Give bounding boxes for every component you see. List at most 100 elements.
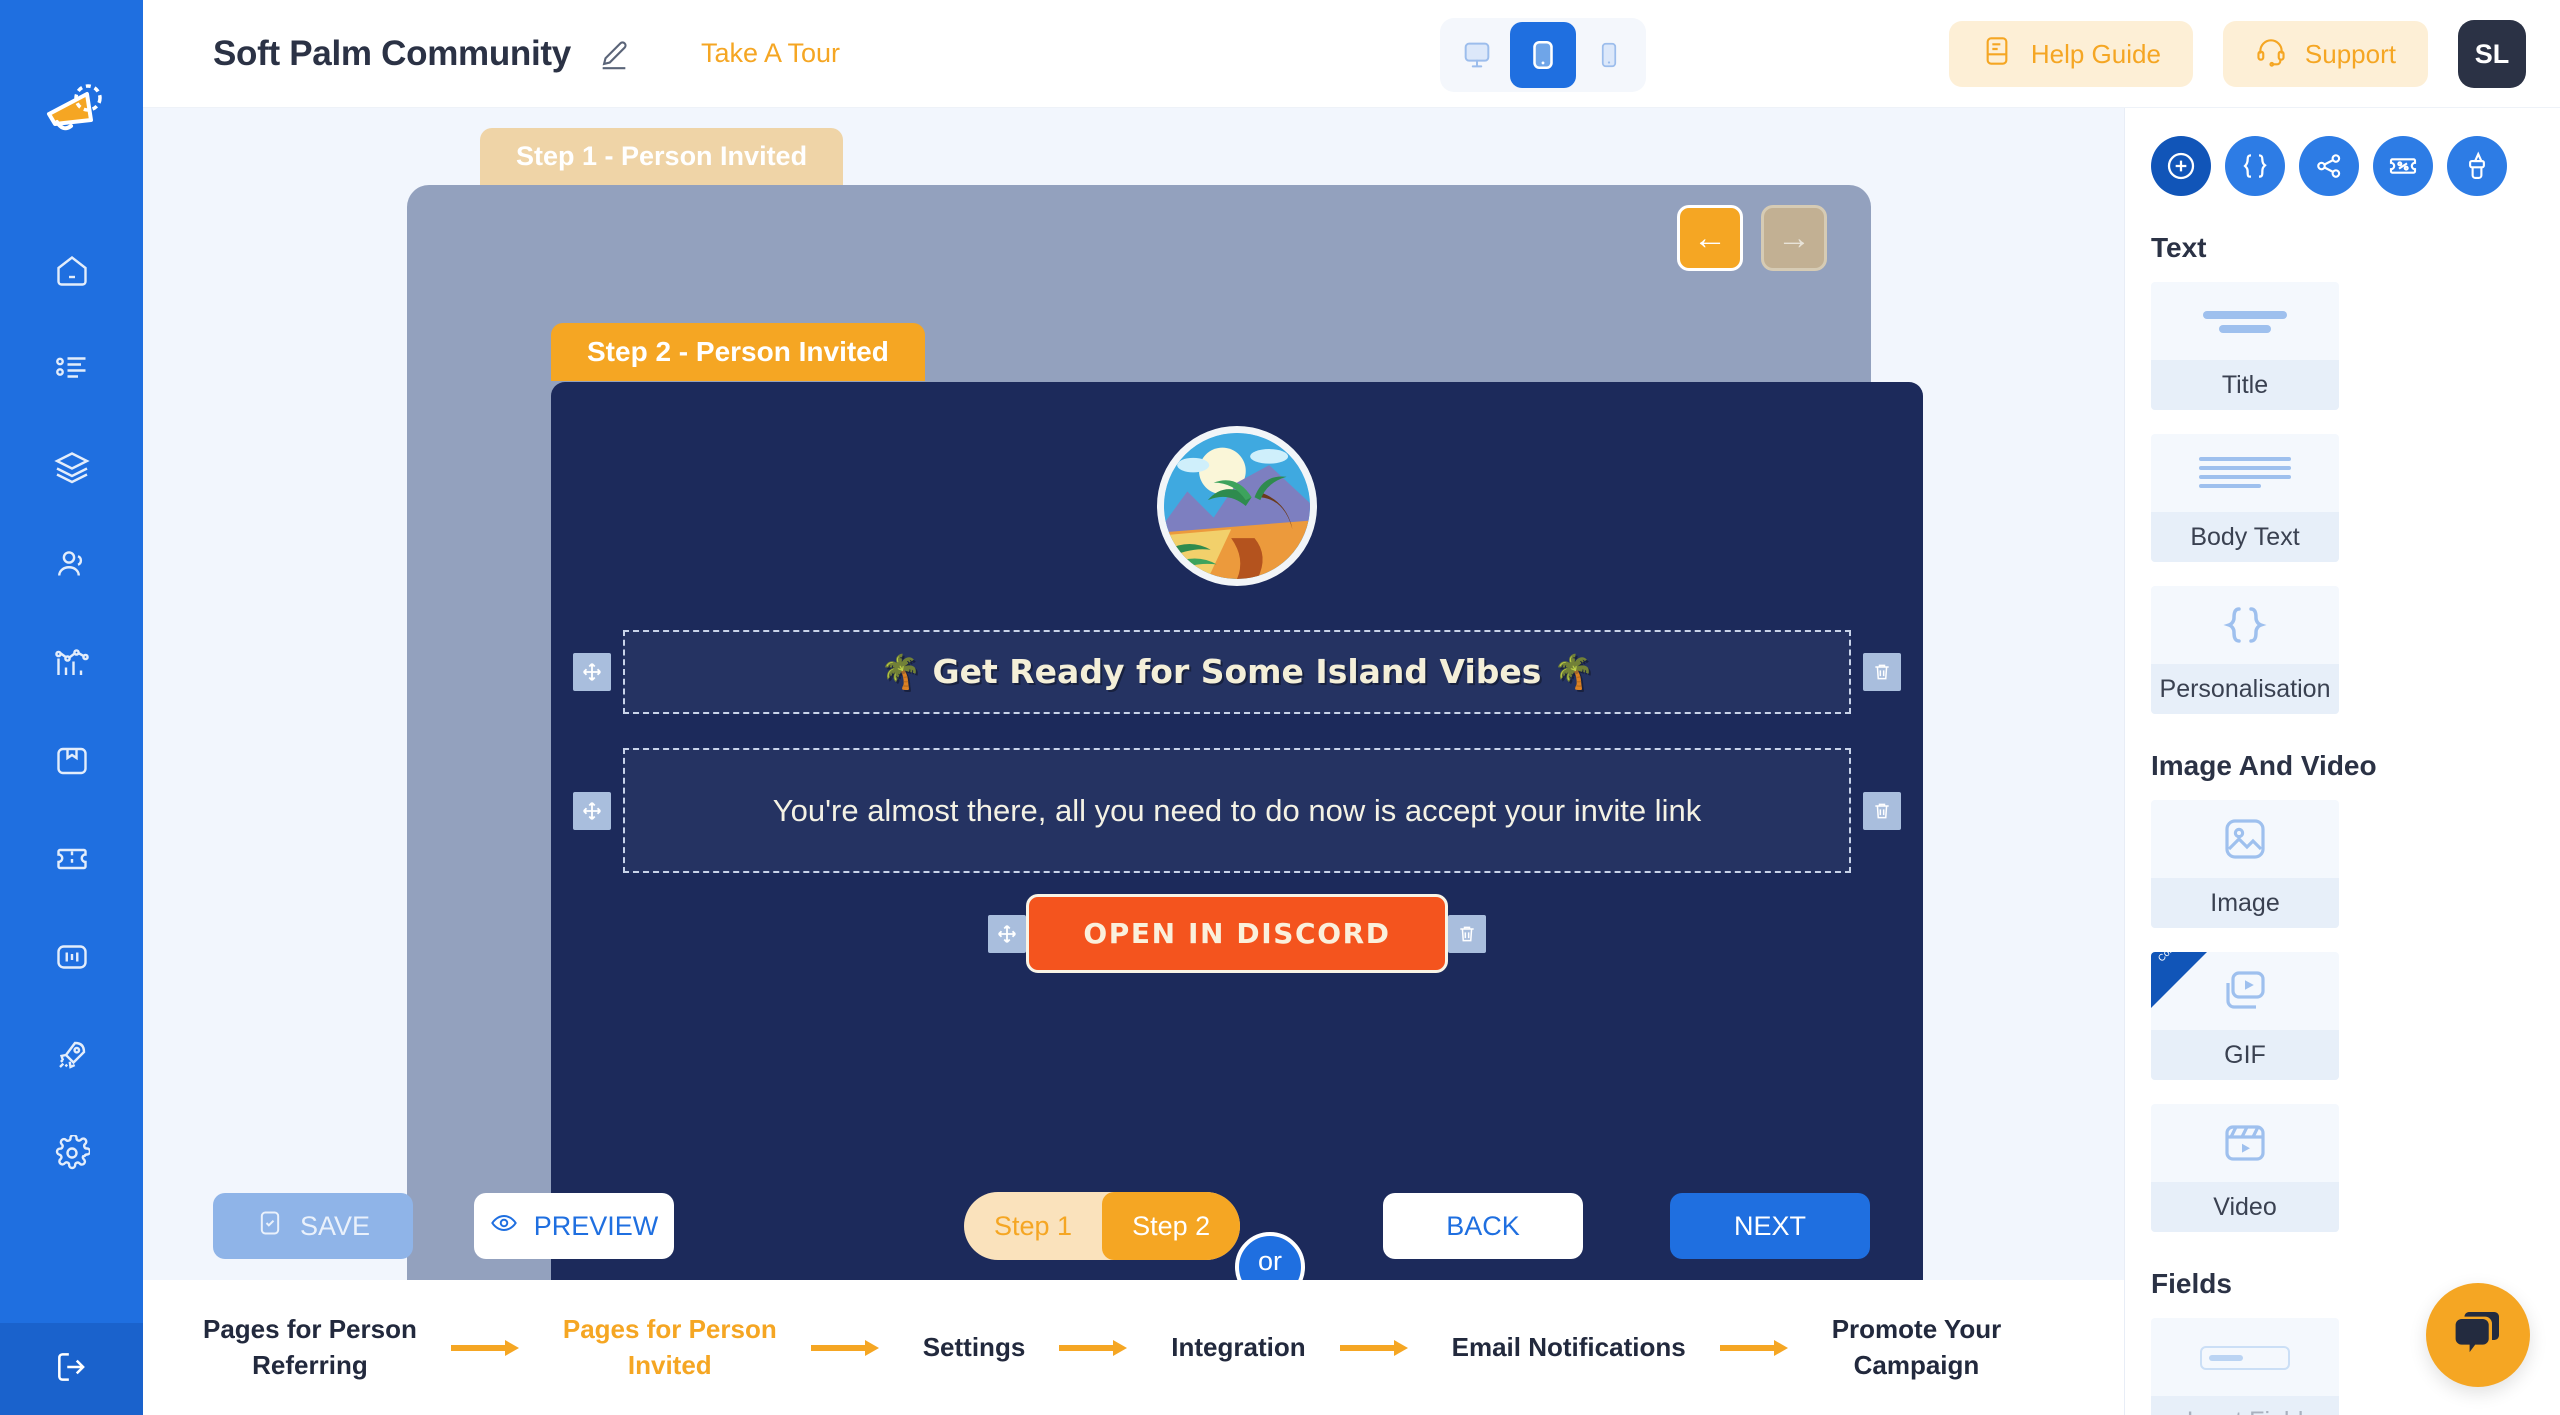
breadcrumb-item-promote-your-campaign[interactable]: Promote Your Campaign xyxy=(1832,1312,2002,1382)
image-icon xyxy=(2151,800,2339,878)
step-1-tab[interactable]: Step 1 - Person Invited xyxy=(480,128,844,185)
back-button[interactable]: BACK xyxy=(1383,1193,1583,1259)
box-icon xyxy=(54,743,90,784)
step-toggle-step-2[interactable]: Step 2 xyxy=(1102,1192,1241,1260)
arrow-right-icon: → xyxy=(1777,218,1811,257)
breadcrumb-item-pages-for-person-referring[interactable]: Pages for Person Referring xyxy=(203,1312,417,1382)
personalisation-braces-icon[interactable] xyxy=(2225,136,2285,196)
arrow-right-icon xyxy=(1059,1338,1137,1358)
headset-icon xyxy=(2255,35,2287,74)
save-label: SAVE xyxy=(299,1210,371,1241)
help-guide-label: Help Guide xyxy=(2030,38,2161,69)
cta-element-row: OPEN IN DISCORD xyxy=(661,894,1813,973)
element-card-title[interactable]: Title xyxy=(2151,282,2339,410)
chat-bubble-icon xyxy=(2450,1305,2506,1366)
step-2-tab[interactable]: Step 2 - Person Invited xyxy=(551,323,925,381)
title-element[interactable]: 🌴 Get Ready for Some Island Vibes 🌴 xyxy=(623,630,1851,714)
video-clapper-icon xyxy=(2151,1104,2339,1182)
title-drag-handle[interactable] xyxy=(573,653,611,691)
app-root: Soft Palm Community Take A Tour Help Gui… xyxy=(0,0,2560,1415)
element-card-personalisation[interactable]: Personalisation xyxy=(2151,586,2339,714)
element-card-personalisation-label: Personalisation xyxy=(2151,664,2339,714)
section-cards-text: Title Body Text Personalisation xyxy=(2125,264,2560,714)
help-guide-button[interactable]: Help Guide xyxy=(1948,21,2193,87)
avatar[interactable]: SL xyxy=(2458,20,2526,88)
element-card-video[interactable]: Video xyxy=(2151,1104,2339,1232)
element-card-gif[interactable]: Coming soon GIF xyxy=(2151,952,2339,1080)
device-tablet-button[interactable] xyxy=(1510,22,1576,88)
body-lines-icon xyxy=(2151,434,2339,512)
gear-icon xyxy=(54,1133,91,1176)
save-button[interactable]: SAVE xyxy=(213,1193,413,1259)
logout-button[interactable] xyxy=(0,1323,143,1415)
device-mobile-button[interactable] xyxy=(1576,22,1642,88)
element-library-panel: Text Title Body Text Personalisation Ima… xyxy=(2124,108,2560,1415)
email-canvas: 🌴 Get Ready for Some Island Vibes 🌴 You'… xyxy=(551,382,1923,1280)
sidebar-item-coupons[interactable] xyxy=(0,828,143,894)
body-drag-handle[interactable] xyxy=(573,791,611,830)
breadcrumb-item-settings[interactable]: Settings xyxy=(923,1330,1026,1365)
canvas-prev-button[interactable]: ← xyxy=(1677,205,1743,271)
sidebar-item-layers[interactable] xyxy=(0,436,143,502)
arrow-right-icon xyxy=(1719,1338,1798,1358)
support-button[interactable]: Support xyxy=(2222,21,2428,87)
body-element[interactable]: You're almost there, all you need to do … xyxy=(623,748,1851,873)
title-delete-handle[interactable] xyxy=(1863,653,1901,691)
pencil-icon[interactable] xyxy=(597,37,631,71)
element-card-input-field[interactable]: Input Field xyxy=(2151,1318,2339,1415)
cta-drag-handle[interactable] xyxy=(988,914,1027,953)
arrow-left-icon: ← xyxy=(1693,218,1727,257)
sidebar-item-launch[interactable] xyxy=(0,1024,143,1090)
analytics-icon xyxy=(54,645,90,686)
people-icon xyxy=(54,547,90,588)
body-element-row: You're almost there, all you need to do … xyxy=(573,748,1901,873)
save-doc-icon xyxy=(256,1209,284,1244)
device-toggle-group xyxy=(1440,18,1646,92)
preview-button[interactable]: PREVIEW xyxy=(474,1193,674,1259)
arrow-right-icon xyxy=(1339,1338,1418,1358)
cta-delete-handle[interactable] xyxy=(1447,914,1486,953)
add-element-icon[interactable] xyxy=(2151,136,2211,196)
sidebar-item-home[interactable] xyxy=(0,240,143,306)
sidebar-item-settings[interactable] xyxy=(0,1122,143,1188)
element-card-image-label: Image xyxy=(2151,878,2339,928)
canvas-next-button[interactable]: → xyxy=(1761,205,1827,271)
open-in-discord-button[interactable]: OPEN IN DISCORD xyxy=(1026,894,1448,973)
sidebar-item-analytics[interactable] xyxy=(0,632,143,698)
section-heading-text: Text xyxy=(2151,232,2207,263)
island-illustration xyxy=(1157,426,1317,586)
arrow-right-icon xyxy=(450,1338,529,1358)
element-card-body-text[interactable]: Body Text xyxy=(2151,434,2339,562)
take-a-tour-link[interactable]: Take A Tour xyxy=(701,38,840,69)
element-card-video-label: Video xyxy=(2151,1182,2339,1232)
element-card-image[interactable]: Image xyxy=(2151,800,2339,928)
paint-brush-icon[interactable] xyxy=(2447,136,2507,196)
coupon-percent-icon[interactable] xyxy=(2373,136,2433,196)
sidebar-item-campaigns[interactable] xyxy=(0,338,143,404)
sidebar-item-boards[interactable] xyxy=(0,926,143,992)
next-button[interactable]: NEXT xyxy=(1670,1193,1870,1259)
coming-soon-ribbon xyxy=(2151,952,2207,1008)
step-toggle: Step 1 Step 2 xyxy=(964,1192,1241,1260)
top-bar-right: Help Guide Support SL xyxy=(1948,0,2526,108)
sidebar-item-participants[interactable] xyxy=(0,534,143,600)
section-heading-image-and-video: Image And Video xyxy=(2151,750,2377,781)
element-card-input-field-label: Input Field xyxy=(2151,1396,2339,1415)
share-icon[interactable] xyxy=(2299,136,2359,196)
body-text: You're almost there, all you need to do … xyxy=(772,792,1702,828)
top-bar: Soft Palm Community Take A Tour Help Gui… xyxy=(143,0,2560,108)
chat-support-button[interactable] xyxy=(2426,1283,2530,1387)
input-field-icon xyxy=(2151,1318,2339,1396)
title-element-row: 🌴 Get Ready for Some Island Vibes 🌴 xyxy=(573,630,1901,714)
body-delete-handle[interactable] xyxy=(1863,791,1901,830)
device-desktop-button[interactable] xyxy=(1444,22,1510,88)
step-toggle-step-1[interactable]: Step 1 xyxy=(964,1192,1102,1260)
sidebar-item-rewards[interactable] xyxy=(0,730,143,796)
rail-item-list xyxy=(0,240,143,1188)
breadcrumb-item-pages-for-person-invited[interactable]: Pages for Person Invited xyxy=(563,1312,777,1382)
breadcrumb-item-email-notifications[interactable]: Email Notifications xyxy=(1452,1330,1686,1365)
breadcrumb-item-integration[interactable]: Integration xyxy=(1171,1330,1305,1365)
page-title: Soft Palm Community xyxy=(213,33,571,73)
ticket-icon xyxy=(54,841,90,882)
megaphone-logo-icon[interactable] xyxy=(39,78,105,144)
